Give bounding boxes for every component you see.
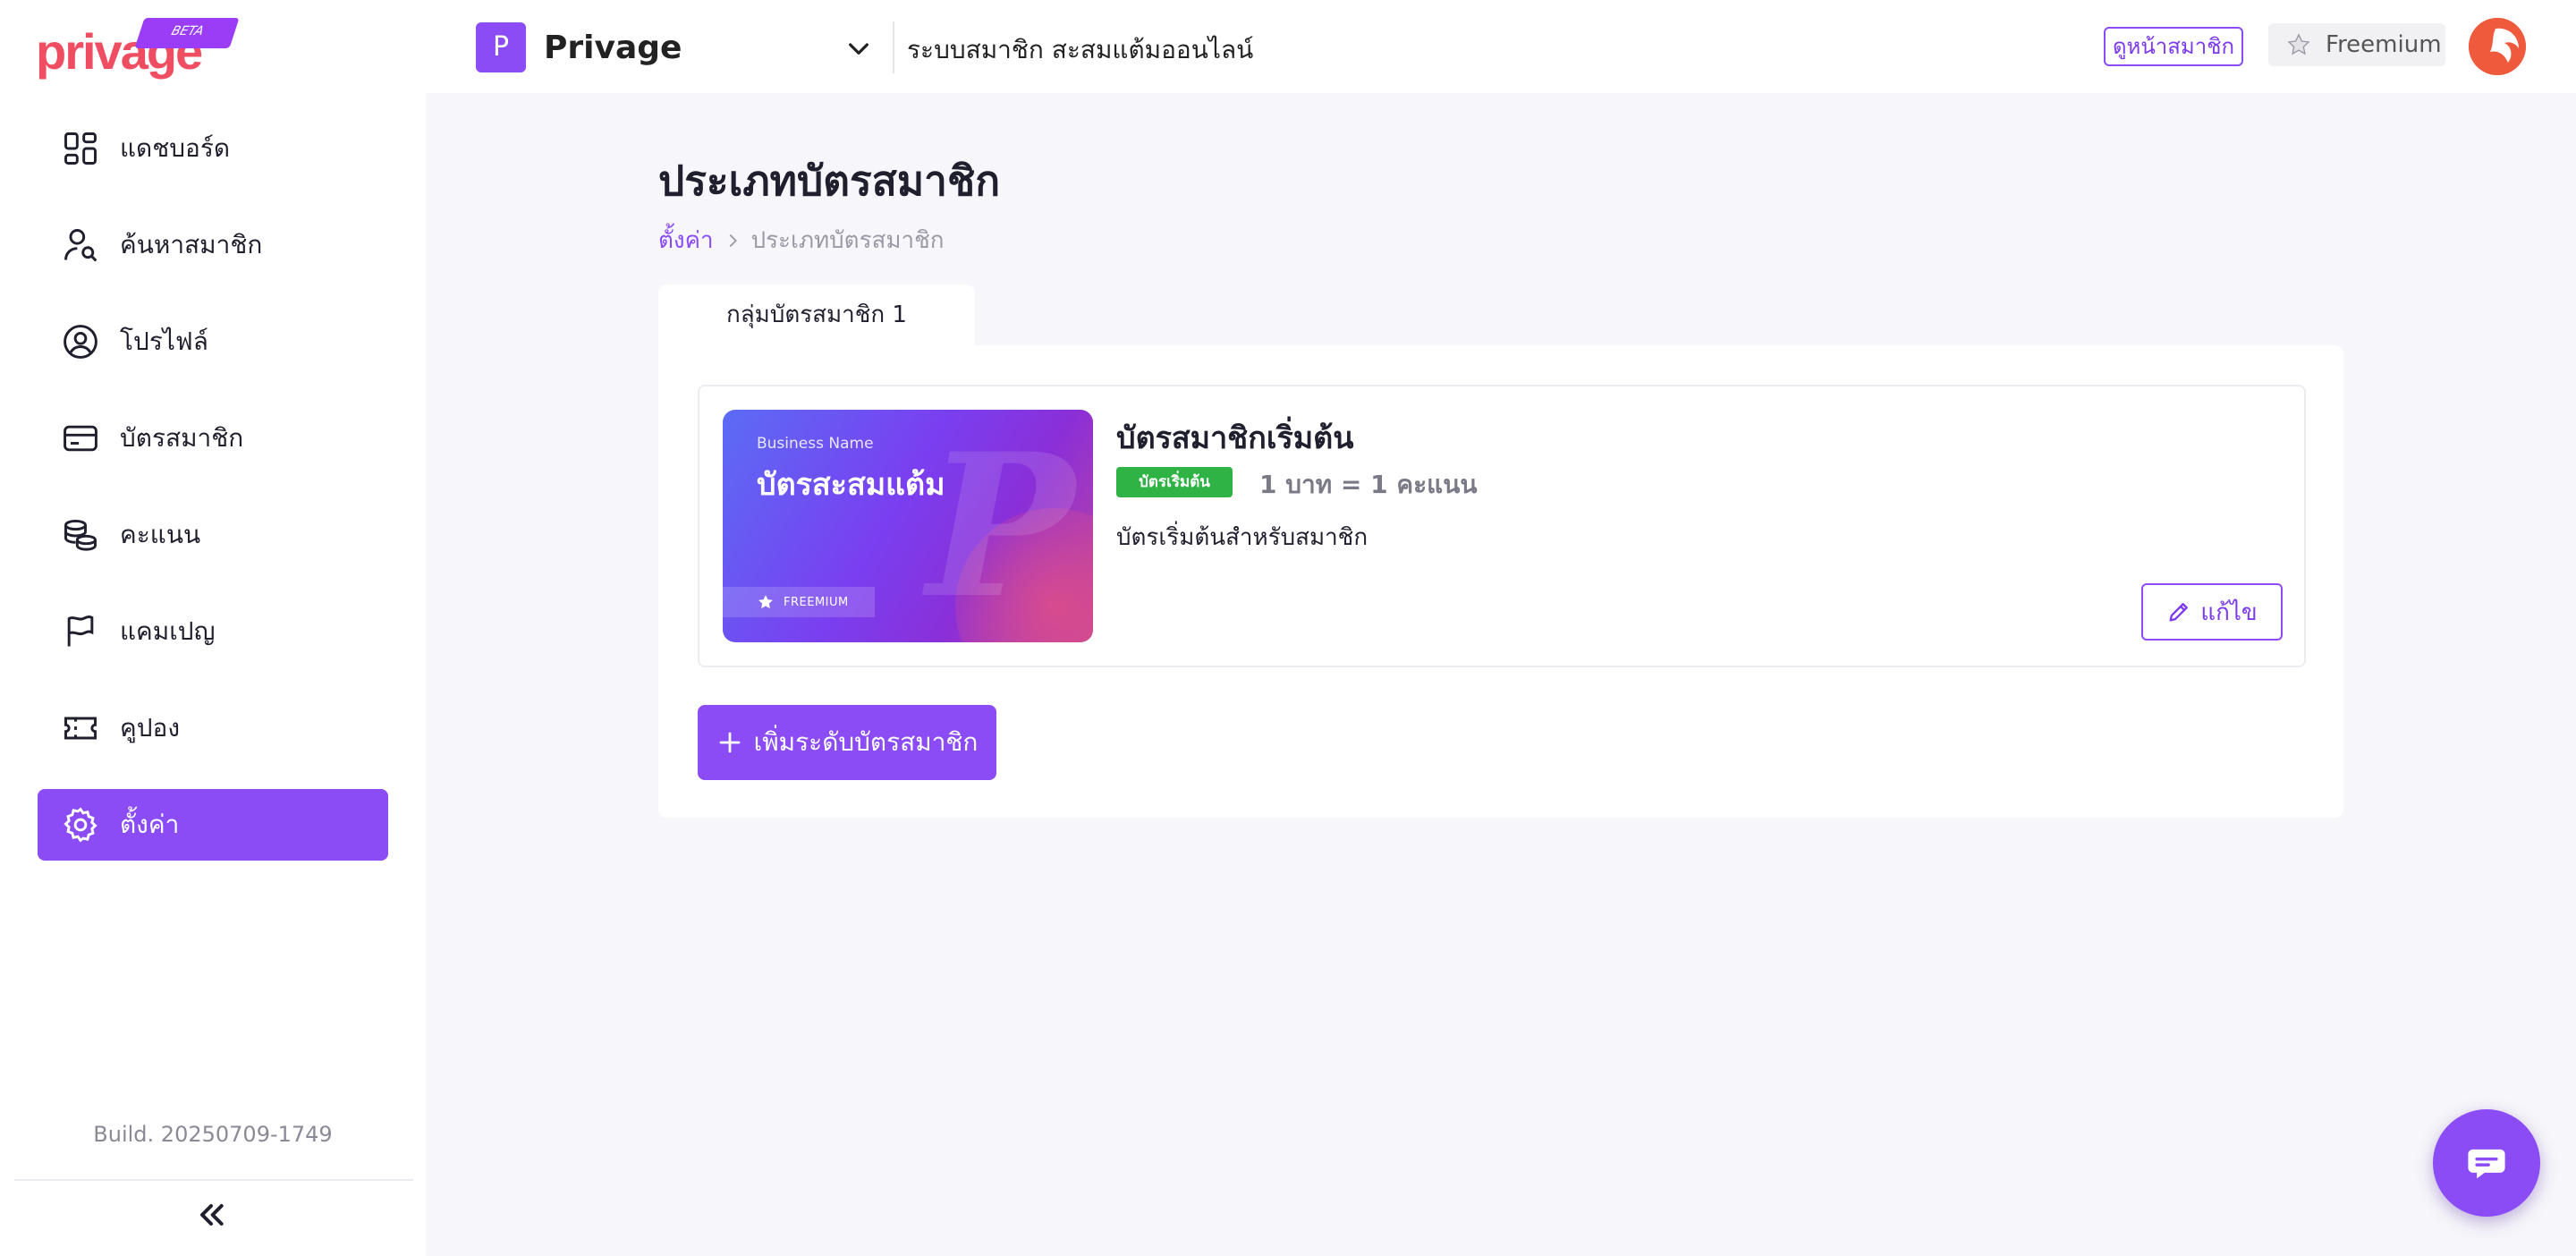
tab-member-card-group-1[interactable]: กลุ่มบัตรสมาชิก 1	[658, 284, 975, 347]
beta-badge: BETA	[134, 18, 240, 48]
sidebar-divider	[14, 1179, 413, 1181]
sidebar-item-dashboard[interactable]: แดชบอร์ด	[38, 113, 388, 184]
sidebar-item-member-card[interactable]: บัตรสมาชิก	[38, 403, 388, 474]
card-watermark-logo: P	[927, 410, 1075, 641]
sidebar-item-profile[interactable]: โปรไฟล์	[38, 306, 388, 378]
workspace-name: Privage	[544, 29, 682, 66]
profile-icon	[64, 325, 97, 359]
member-search-icon	[64, 229, 97, 262]
double-chevron-left-icon[interactable]	[193, 1197, 229, 1233]
breadcrumb-settings-link[interactable]: ตั้งค่า	[658, 222, 714, 259]
tier-panel: P Business Name บัตรสะสมแต้ม FREEMIUM บั…	[658, 345, 2343, 818]
chat-launcher-button[interactable]	[2433, 1109, 2540, 1217]
gear-icon	[64, 807, 97, 843]
sidebar-item-label: แดชบอร์ด	[120, 133, 231, 163]
flag-icon	[67, 615, 94, 647]
chevron-down-icon	[849, 43, 869, 55]
sidebar-item-member-search[interactable]: ค้นหาสมาชิก	[38, 209, 388, 281]
sidebar-item-label: โปรไฟล์	[120, 327, 208, 356]
app-description: ระบบสมาชิก สะสมแต้มออนไลน์	[907, 35, 1254, 64]
member-card-preview: P Business Name บัตรสะสมแต้ม FREEMIUM	[723, 410, 1093, 642]
point-rate: 1 บาท = 1 คะแนน	[1259, 470, 1478, 499]
breadcrumb: ตั้งค่า ประเภทบัตรสมาชิก	[658, 222, 945, 259]
chevron-right-icon	[729, 233, 737, 247]
star-icon	[758, 595, 773, 609]
card-plan-label: FREEMIUM	[784, 595, 849, 609]
sidebar-item-coupon[interactable]: คูปอง	[38, 692, 388, 764]
workspace-switcher[interactable]: P Privage	[476, 22, 878, 72]
build-version: Build. 20250709-1749	[93, 1122, 333, 1147]
edit-label: แก้ไข	[2200, 598, 2258, 626]
sidebar-item-label: คูปอง	[120, 713, 180, 743]
edit-tier-button[interactable]: แก้ไข	[2141, 583, 2283, 641]
breadcrumb-current: ประเภทบัตรสมาชิก	[750, 227, 945, 254]
plan-badge[interactable]: Freemium	[2268, 23, 2445, 66]
star-icon	[2287, 33, 2310, 55]
card-icon	[64, 425, 97, 452]
sidebar-item-points[interactable]: คะแนน	[38, 499, 388, 571]
sidebar-item-label: แคมเปญ	[120, 616, 216, 646]
view-member-page-button[interactable]: ดูหน้าสมาชิก	[2104, 27, 2243, 66]
sidebar-item-label: บัตรสมาชิก	[120, 423, 244, 453]
header-divider	[893, 21, 894, 73]
sidebar-item-label: ค้นหาสมาชิก	[120, 230, 263, 259]
dashboard-icon	[64, 132, 97, 165]
tier-description: บัตรเริ่มต้นสำหรับสมาชิก	[1116, 524, 1368, 551]
plan-label: Freemium	[2326, 31, 2442, 58]
plus-icon	[719, 732, 740, 753]
privage-logo[interactable]: privage BETA	[36, 16, 240, 77]
card-business-name: Business Name	[757, 435, 874, 453]
card-plan-strip: FREEMIUM	[723, 587, 875, 617]
pencil-icon	[2169, 603, 2189, 622]
sidebar-item-label: ตั้งค่า	[120, 810, 180, 839]
ticket-icon	[64, 717, 97, 740]
sidebar-item-settings[interactable]: ตั้งค่า	[38, 789, 388, 861]
chat-icon	[2468, 1149, 2505, 1179]
card-title: บัตรสะสมแต้ม	[757, 467, 945, 503]
sidebar-item-label: คะแนน	[120, 520, 201, 549]
top-header: privage BETA P Privage ระบบสมาชิก สะสมแต…	[0, 0, 2576, 93]
add-tier-label: เพิ่มระดับบัตรสมาชิก	[753, 727, 979, 757]
user-avatar[interactable]	[2469, 18, 2526, 75]
sidebar: แดชบอร์ด ค้นหาสมาชิก โปรไฟล์ บัตรสมาชิก …	[0, 93, 426, 1256]
add-tier-button[interactable]: เพิ่มระดับบัตรสมาชิก	[698, 705, 996, 780]
page-title: ประเภทบัตรสมาชิก	[658, 157, 1001, 205]
coins-icon	[64, 519, 97, 551]
avatar-image	[2469, 18, 2526, 75]
sidebar-item-campaign[interactable]: แคมเปญ	[38, 596, 388, 667]
workspace-avatar: P	[476, 22, 526, 72]
tier-card: P Business Name บัตรสะสมแต้ม FREEMIUM บั…	[698, 385, 2306, 667]
tier-name: บัตรสมาชิกเริ่มต้น	[1116, 420, 1354, 456]
default-tier-badge: บัตรเริ่มต้น	[1116, 467, 1233, 497]
